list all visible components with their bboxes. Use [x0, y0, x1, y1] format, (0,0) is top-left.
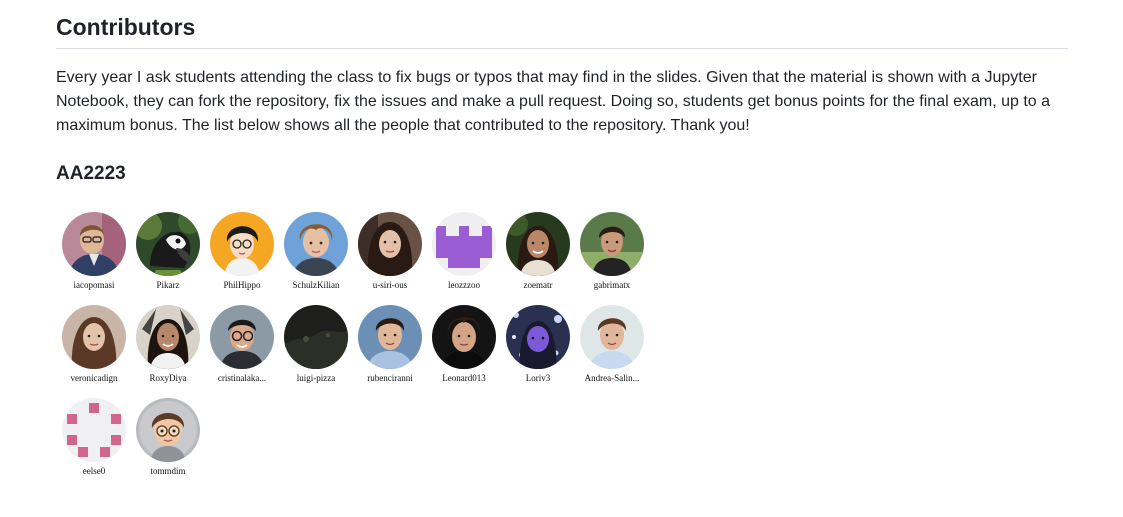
contributor-card[interactable]: veronicadign: [62, 305, 136, 398]
contributors-row: iacopomasi Pikarz PhilHippo SchulzKilian…: [62, 212, 662, 305]
contributor-handle[interactable]: Leonard013: [432, 373, 496, 383]
contributor-card[interactable]: u-siri-ous: [358, 212, 432, 305]
contributor-handle[interactable]: eelse0: [62, 466, 126, 476]
avatar[interactable]: [506, 212, 570, 276]
contributor-handle[interactable]: SchulzKilian: [284, 280, 348, 290]
contributor-card[interactable]: Loriv3: [506, 305, 580, 398]
year-heading: AA2223: [56, 163, 126, 184]
contributor-card[interactable]: Andrea-Salin...: [580, 305, 654, 398]
contributor-handle[interactable]: RoxyDiya: [136, 373, 200, 383]
avatar[interactable]: [432, 305, 496, 369]
avatar[interactable]: [62, 305, 126, 369]
avatar[interactable]: [136, 305, 200, 369]
contributor-card[interactable]: eelse0: [62, 398, 136, 491]
contributor-card[interactable]: iacopomasi: [62, 212, 136, 305]
contributor-card[interactable]: rubenciranni: [358, 305, 432, 398]
avatar[interactable]: [506, 305, 570, 369]
avatar[interactable]: [62, 212, 126, 276]
contributor-card[interactable]: leozzzoo: [432, 212, 506, 305]
contributor-card[interactable]: tommdim: [136, 398, 210, 491]
intro-paragraph: Every year I ask students attending the …: [56, 69, 1051, 134]
avatar[interactable]: [284, 305, 348, 369]
page-title: Contributors: [56, 0, 1068, 49]
contributor-handle[interactable]: tommdim: [136, 466, 200, 476]
avatar[interactable]: [210, 305, 274, 369]
contributor-handle[interactable]: veronicadign: [62, 373, 126, 383]
contributors-row: eelse0 tommdim: [62, 398, 662, 491]
avatar[interactable]: [136, 212, 200, 276]
contributor-card[interactable]: RoxyDiya: [136, 305, 210, 398]
contributor-handle[interactable]: gabrimatx: [580, 280, 644, 290]
contributor-handle[interactable]: iacopomasi: [62, 280, 126, 290]
avatar[interactable]: [432, 212, 496, 276]
avatar[interactable]: [358, 305, 422, 369]
avatar[interactable]: [580, 305, 644, 369]
contributor-handle[interactable]: leozzzoo: [432, 280, 496, 290]
contributor-card[interactable]: Pikarz: [136, 212, 210, 305]
avatar[interactable]: [284, 212, 348, 276]
contributors-page: Contributors Every year I ask students a…: [56, 0, 1068, 476]
contributors-grid: iacopomasi Pikarz PhilHippo SchulzKilian…: [62, 212, 662, 491]
contributors-row: veronicadign RoxyDiya cristinalaka... lu…: [62, 305, 662, 398]
contributor-handle[interactable]: Pikarz: [136, 280, 200, 290]
contributor-card[interactable]: SchulzKilian: [284, 212, 358, 305]
contributor-card[interactable]: gabrimatx: [580, 212, 654, 305]
avatar[interactable]: [210, 212, 274, 276]
contributor-card[interactable]: cristinalaka...: [210, 305, 284, 398]
avatar[interactable]: [580, 212, 644, 276]
contributor-handle[interactable]: rubenciranni: [358, 373, 422, 383]
avatar[interactable]: [358, 212, 422, 276]
contributor-handle[interactable]: zoematr: [506, 280, 570, 290]
contributor-card[interactable]: PhilHippo: [210, 212, 284, 305]
avatar[interactable]: [136, 398, 200, 462]
contributor-handle[interactable]: u-siri-ous: [358, 280, 422, 290]
contributor-handle[interactable]: cristinalaka...: [210, 373, 274, 383]
contributor-handle[interactable]: Andrea-Salin...: [580, 373, 644, 383]
contributor-card[interactable]: zoematr: [506, 212, 580, 305]
contributor-handle[interactable]: PhilHippo: [210, 280, 274, 290]
avatar[interactable]: [62, 398, 126, 462]
contributor-card[interactable]: Leonard013: [432, 305, 506, 398]
contributor-handle[interactable]: luigi-pizza: [284, 373, 348, 383]
contributor-card[interactable]: luigi-pizza: [284, 305, 358, 398]
contributor-handle[interactable]: Loriv3: [506, 373, 570, 383]
